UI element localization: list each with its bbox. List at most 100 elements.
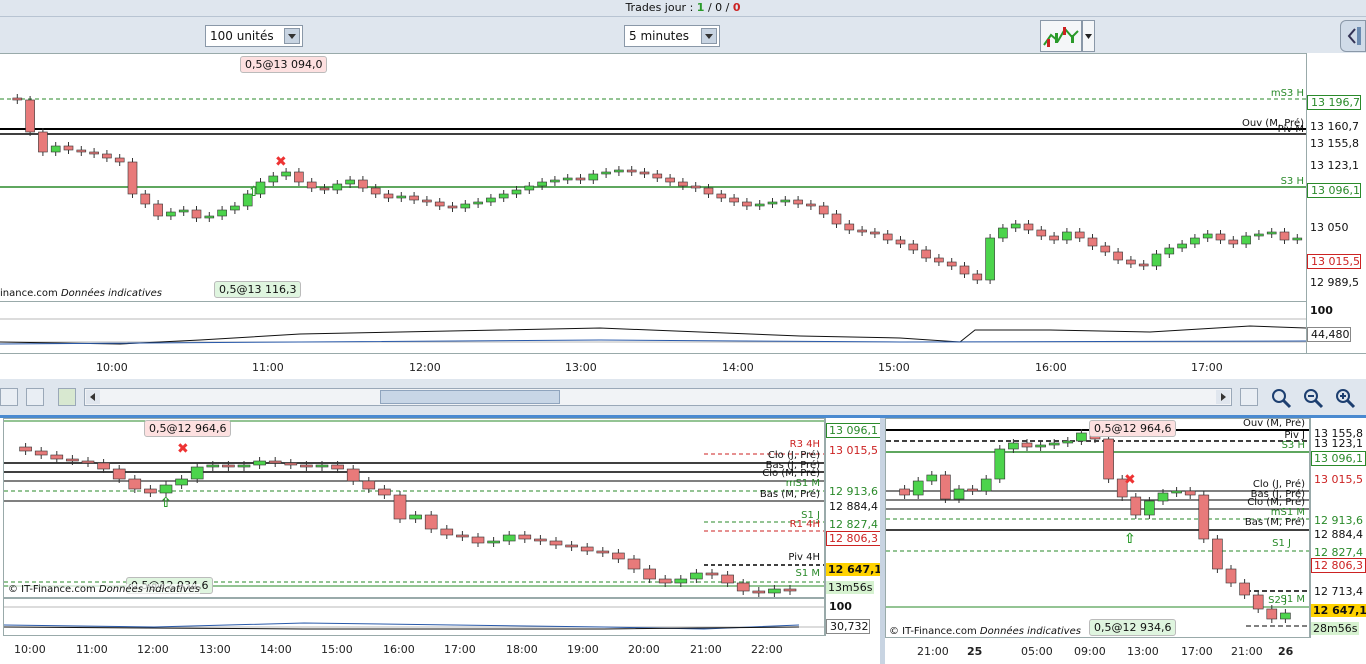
candle	[268, 175, 279, 183]
date-label: 26	[1278, 645, 1294, 658]
indicator-tool-icon[interactable]	[58, 388, 76, 406]
scroll-left-icon[interactable]	[86, 390, 100, 404]
candle	[1113, 251, 1123, 261]
candle	[1138, 263, 1149, 267]
candle	[1076, 432, 1087, 442]
candle	[524, 185, 535, 191]
candle	[456, 534, 469, 538]
candle	[844, 223, 855, 231]
candle	[217, 209, 227, 217]
scroll-thumb[interactable]	[380, 390, 560, 404]
candle	[953, 488, 965, 500]
drawing-tool-icon[interactable]	[26, 388, 44, 406]
buy-order-tag[interactable]: 0,5@13 116,3	[214, 281, 302, 298]
time-label: 20:00	[628, 643, 660, 656]
magic-tool-icon[interactable]	[1240, 388, 1258, 406]
candle	[959, 265, 970, 275]
level-label: mS1 M	[785, 478, 820, 489]
candle	[498, 193, 509, 199]
candle	[487, 540, 500, 544]
main-oscillator[interactable]	[0, 301, 1306, 354]
candle	[50, 454, 64, 460]
level-label-piv: Piv M	[1277, 124, 1304, 135]
chart-type-icon	[1043, 27, 1079, 47]
candle	[550, 179, 560, 183]
candle	[393, 494, 407, 520]
axis-value: 13 196,7	[1307, 95, 1361, 110]
bar-countdown: 13m56s	[826, 581, 875, 594]
timeframe-value: 5 minutes	[629, 29, 690, 43]
candle	[534, 538, 547, 542]
quantity-select[interactable]: 100 unités	[205, 25, 303, 47]
candle	[1177, 243, 1187, 249]
candle	[1157, 492, 1169, 502]
zoom-fit-icon[interactable]	[1270, 387, 1292, 412]
time-label: 13:00	[1127, 645, 1159, 658]
chart-navigation-bar	[0, 379, 1366, 415]
axis-value: 13 015,5	[1307, 254, 1361, 269]
time-label: 13:00	[565, 361, 597, 374]
candle	[665, 177, 675, 183]
sell-order-tag[interactable]: 0,5@12 964,6	[144, 420, 232, 437]
candle	[967, 488, 978, 492]
current-price: 12 647,1	[826, 563, 884, 576]
chevron-down-icon[interactable]	[284, 28, 300, 44]
candle	[1239, 582, 1250, 596]
sell-order-tag[interactable]: 0,5@12 964,6	[1089, 420, 1177, 437]
candle	[537, 181, 547, 187]
crosshair-tool-icon[interactable]	[0, 388, 18, 406]
candle	[806, 203, 816, 207]
four-hour-chart[interactable]: ✖ ⇧ 0,5@12 964,6 0,5@12 934,6 © IT-Financ…	[885, 418, 1310, 638]
time-label: 12:00	[137, 643, 169, 656]
zoom-in-icon[interactable]	[1334, 387, 1356, 412]
cancelled-order-icon: ✖	[177, 441, 189, 457]
candle	[25, 99, 35, 133]
candle	[175, 478, 188, 486]
time-label: 22:00	[751, 643, 783, 656]
candle	[768, 588, 781, 594]
candle	[721, 574, 734, 584]
chevron-down-icon[interactable]	[701, 28, 717, 44]
axis-value: 13 123,1	[1314, 437, 1363, 450]
candle	[300, 464, 313, 468]
candle	[1062, 440, 1074, 444]
axis-value: 13 015,5	[829, 444, 878, 457]
time-label: 12:00	[409, 361, 441, 374]
time-label: 11:00	[252, 361, 284, 374]
candle	[705, 572, 719, 576]
candle	[627, 558, 641, 570]
candle	[253, 460, 266, 466]
bar-countdown: 28m56s	[1311, 622, 1360, 635]
candle	[1008, 442, 1019, 450]
buy-arrow-icon: ⇧	[160, 495, 172, 511]
candle	[471, 536, 485, 544]
hourly-chart[interactable]: ✖⇧ 0,5@12 964,6 0,5@12 934,6 © IT-Financ…	[3, 418, 825, 598]
candle	[994, 448, 1006, 480]
timeframe-select[interactable]: 5 minutes	[624, 25, 720, 47]
candle	[588, 173, 599, 181]
main-price-chart[interactable]: ✖ ⇧ 0,5@13 094,0 0,5@13 116,3 inance.com …	[0, 53, 1306, 302]
candle	[1241, 235, 1251, 245]
candle	[166, 211, 176, 217]
candle	[50, 145, 61, 153]
candle	[473, 201, 483, 205]
candle	[1228, 239, 1239, 245]
candle	[742, 201, 752, 207]
sell-order-tag[interactable]: 0,5@13 094,0	[240, 56, 328, 73]
time-label: 15:00	[878, 361, 910, 374]
hourly-oscillator[interactable]	[3, 598, 825, 636]
axis-value: 12 989,5	[1310, 276, 1359, 289]
zoom-out-icon[interactable]	[1302, 387, 1324, 412]
disclaimer-text: Données indicatives	[60, 288, 163, 299]
side-panel-toggle[interactable]	[1340, 20, 1366, 52]
horizontal-scrollbar[interactable]	[84, 388, 1232, 406]
axis-value: 12 806,3	[826, 531, 881, 546]
time-label: 14:00	[722, 361, 754, 374]
buy-order-tag[interactable]: 0,5@12 934,6	[1089, 619, 1177, 636]
candle	[998, 227, 1008, 239]
buy-arrow-icon: ⇧	[1124, 531, 1136, 547]
chart-type-dropdown[interactable]	[1082, 20, 1095, 52]
candle	[818, 205, 829, 215]
chart-type-button[interactable]	[1040, 20, 1082, 52]
scroll-right-icon[interactable]	[1216, 390, 1230, 404]
